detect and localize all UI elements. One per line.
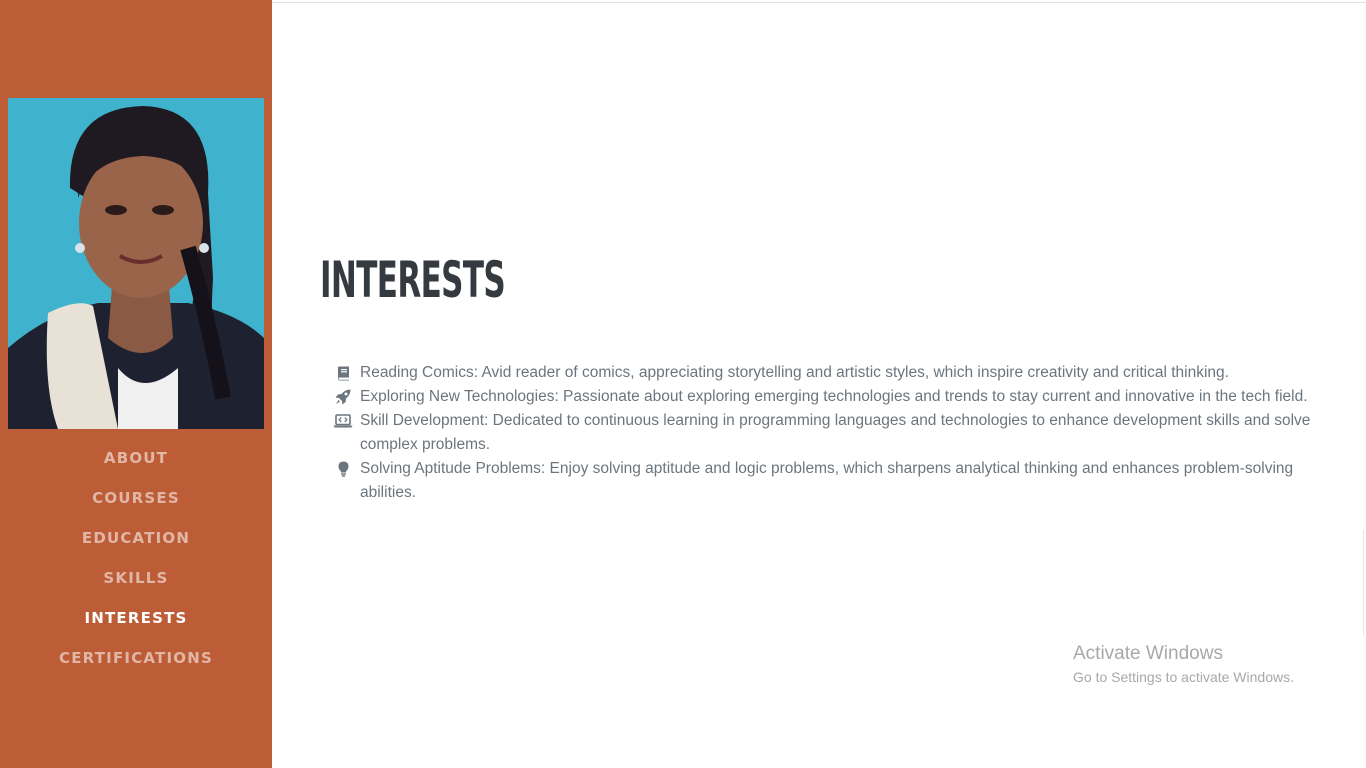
nav-link-certifications[interactable]: Certifications [59,649,213,667]
interest-text: Exploring New Technologies: Passionate a… [360,388,1308,405]
interest-text: Skill Development: Dedicated to continuo… [360,412,1311,453]
nav-item-interests: Interests [0,604,272,644]
nav-item-education: Education [0,524,272,564]
interests-list: Reading Comics: Avid reader of comics, a… [332,361,1312,505]
interest-text: Solving Aptitude Problems: Enjoy solving… [360,460,1294,501]
lightbulb-icon [332,461,354,477]
interest-item: Skill Development: Dedicated to continuo… [332,409,1312,457]
nav-link-interests[interactable]: Interests [84,609,187,627]
scroll-indicator [1363,530,1364,635]
nav-item-skills: Skills [0,564,272,604]
nav-item-about: About [0,444,272,484]
nav-link-courses[interactable]: Courses [92,489,180,507]
interest-item: Reading Comics: Avid reader of comics, a… [332,361,1312,385]
nav-item-certifications: Certifications [0,644,272,684]
sidebar: About Courses Education Skills Interests… [0,0,272,768]
nav-link-education[interactable]: Education [82,529,190,547]
nav-link-about[interactable]: About [104,449,168,467]
windows-activation-watermark: Activate Windows Go to Settings to activ… [1073,642,1294,688]
interest-text: Reading Comics: Avid reader of comics, a… [360,364,1229,381]
section-title: Interests [320,251,506,309]
watermark-subtitle: Go to Settings to activate Windows. [1073,669,1294,685]
profile-photo [8,98,264,429]
interest-item: Solving Aptitude Problems: Enjoy solving… [332,457,1312,505]
nav-item-courses: Courses [0,484,272,524]
book-icon [332,365,354,381]
sidebar-nav: About Courses Education Skills Interests… [0,444,272,684]
nav-link-skills[interactable]: Skills [103,569,168,587]
interest-item: Exploring New Technologies: Passionate a… [332,385,1312,409]
watermark-title: Activate Windows [1073,643,1223,664]
laptop-code-icon [332,413,354,429]
rocket-icon [332,389,354,405]
